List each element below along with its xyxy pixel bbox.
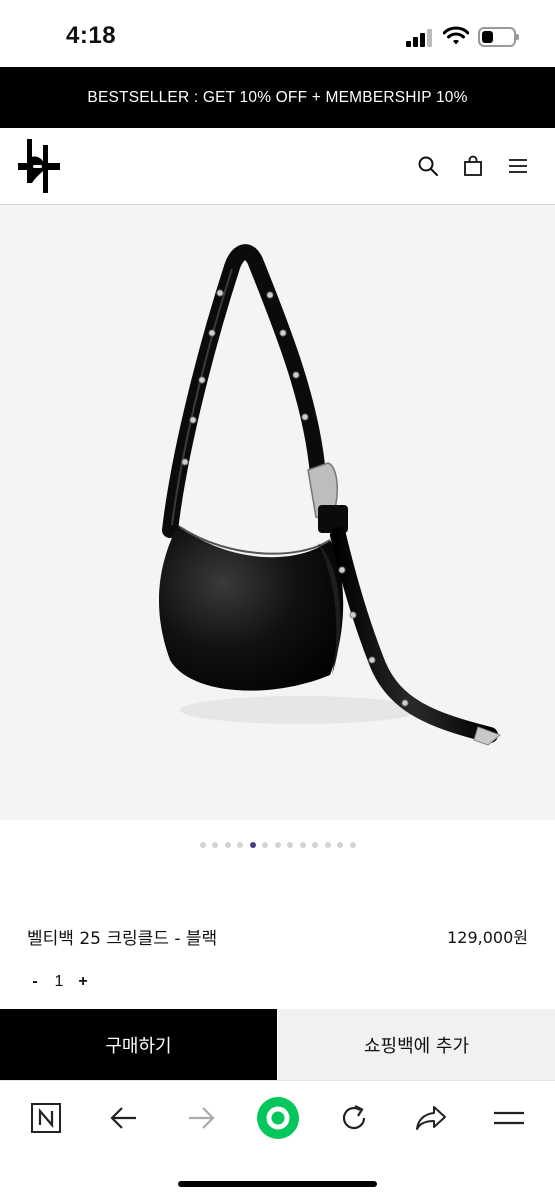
cellular-signal-icon — [406, 29, 434, 47]
pagination-dot[interactable] — [349, 842, 356, 848]
back-arrow-icon[interactable] — [104, 1098, 144, 1138]
share-icon[interactable] — [411, 1098, 451, 1138]
product-price: 129,000원 — [447, 928, 528, 947]
refresh-icon[interactable] — [334, 1098, 374, 1138]
promo-banner-text: BESTSELLER : GET 10% OFF + MEMBERSHIP 10… — [87, 88, 468, 106]
buy-now-button[interactable]: 구매하기 — [0, 1009, 277, 1080]
search-icon[interactable] — [416, 154, 440, 178]
pagination-dot[interactable] — [274, 842, 281, 848]
buy-now-label: 구매하기 — [105, 1035, 172, 1057]
home-indicator[interactable] — [178, 1181, 377, 1187]
add-to-cart-label: 쇼핑백에 추가 — [363, 1035, 470, 1057]
product-name: 벨티백 25 크링클드 - 블랙 — [27, 929, 218, 949]
pagination-dot[interactable] — [224, 842, 231, 848]
shopping-bag-icon[interactable] — [461, 154, 485, 178]
pagination-dot[interactable] — [212, 842, 218, 848]
quantity-decrease-button[interactable]: - — [26, 973, 44, 991]
status-bar: 4:18 — [0, 0, 555, 67]
bag-illustration — [158, 244, 501, 746]
quantity-value: 1 — [54, 973, 64, 990]
pagination-dot[interactable] — [324, 842, 331, 848]
add-to-cart-button[interactable]: 쇼핑백에 추가 — [278, 1009, 555, 1080]
pagination-dot[interactable] — [199, 842, 206, 848]
gallery-pagination[interactable] — [0, 840, 555, 850]
pagination-dot[interactable] — [237, 842, 243, 848]
status-time: 4:18 — [66, 22, 117, 49]
naver-n-icon[interactable] — [26, 1098, 66, 1138]
brand-logo[interactable] — [16, 137, 62, 195]
menu-icon[interactable] — [489, 1098, 529, 1138]
quantity-increase-button[interactable]: + — [74, 973, 92, 991]
forward-arrow-icon[interactable] — [181, 1098, 221, 1138]
pagination-dot[interactable] — [312, 842, 318, 848]
product-image[interactable] — [0, 205, 555, 820]
site-header — [0, 128, 555, 205]
menu-icon[interactable] — [506, 154, 530, 178]
green-home-icon[interactable] — [256, 1096, 300, 1140]
pagination-dot[interactable] — [299, 842, 306, 848]
pagination-dot-active[interactable] — [249, 842, 256, 848]
pagination-dot[interactable] — [337, 842, 343, 848]
battery-icon — [478, 27, 519, 47]
promo-banner[interactable]: BESTSELLER : GET 10% OFF + MEMBERSHIP 10… — [0, 67, 555, 128]
pagination-dot[interactable] — [287, 842, 293, 848]
quantity-stepper: - 1 + — [26, 970, 92, 994]
wifi-icon — [443, 26, 469, 45]
pagination-dot[interactable] — [262, 842, 268, 848]
